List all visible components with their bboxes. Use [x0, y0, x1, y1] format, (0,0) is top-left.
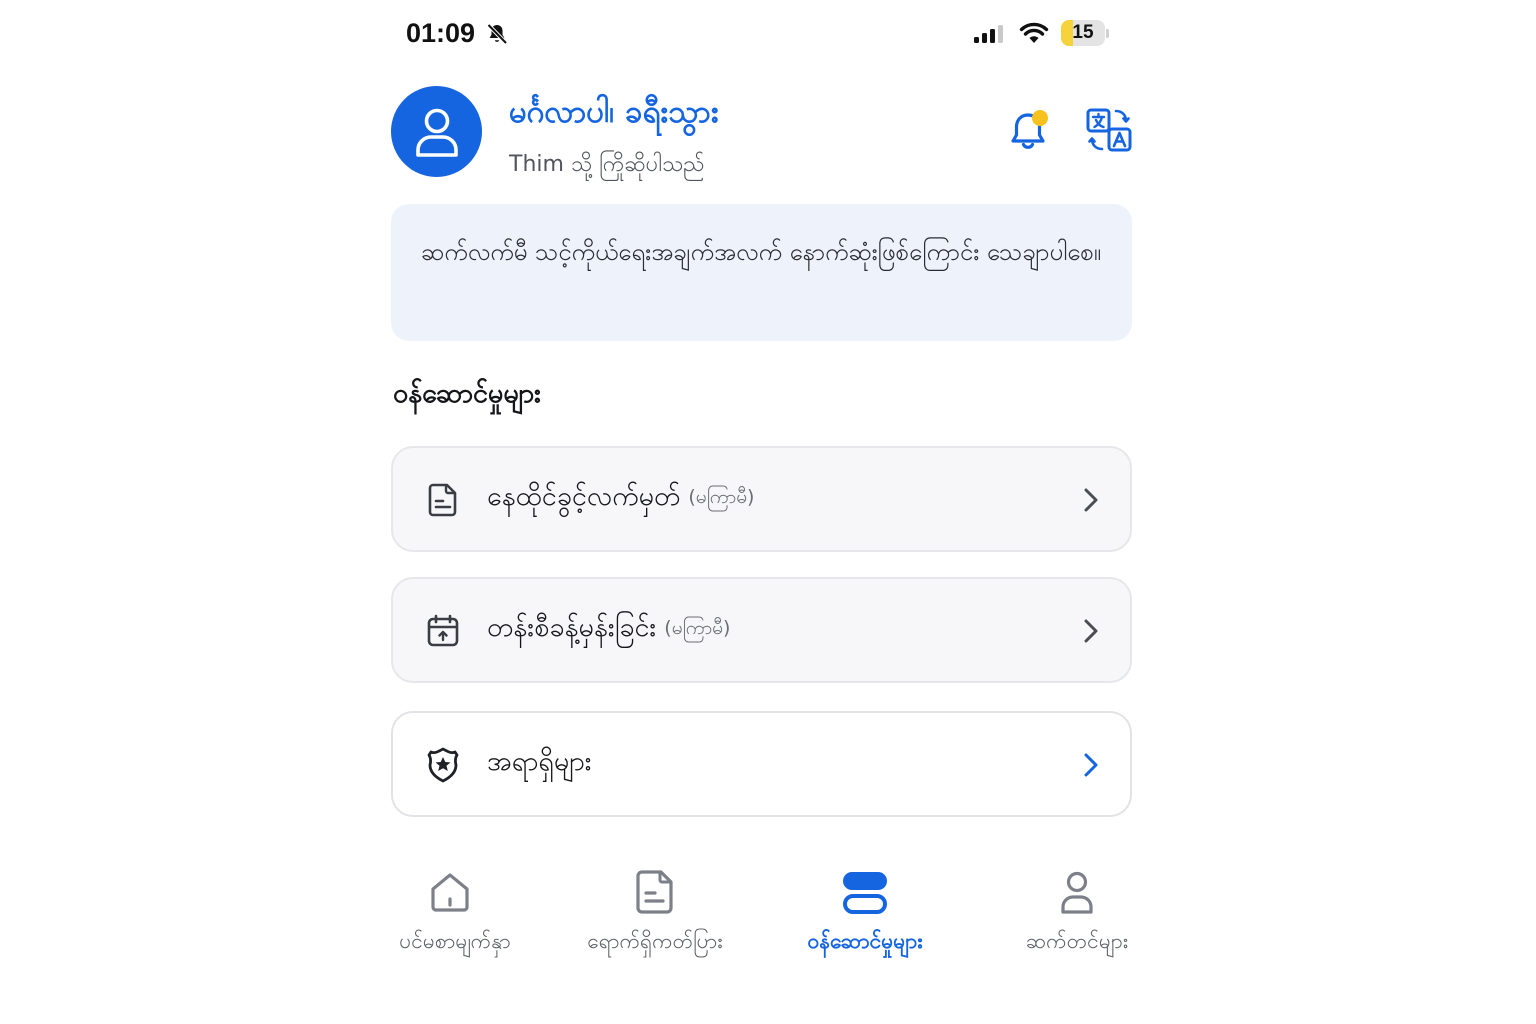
service-card-officers[interactable]: အရာရှိများ: [391, 711, 1132, 817]
calendar-icon: [427, 614, 459, 647]
home-icon: [431, 873, 469, 912]
status-time: 01:09: [406, 18, 476, 48]
section-title: ဝန်ဆောင်မှုများ: [393, 378, 541, 409]
service-label: အရာရှိများ: [487, 713, 592, 815]
police-badge-icon: [427, 747, 459, 783]
greeting-subtitle: Thim သို့ ကြိုဆိုပါသည်: [509, 152, 705, 177]
card-document-icon: [636, 870, 673, 914]
nav-label: ဝန်ဆောင်မှုများ: [807, 929, 923, 953]
app-screen: 01:09 15 မင်္ဂလာပါ၊ ခရီးသွား Thim သို့ က…: [390, 0, 1132, 1024]
nav-arrival-card[interactable]: ရောက်ရှိကတ်ပြား: [570, 860, 740, 970]
cellular-signal-icon: [974, 25, 1003, 43]
chevron-right-icon: [1084, 753, 1098, 777]
service-label: နေထိုင်ခွင့်လက်မှတ် (မကြာမီ): [487, 448, 754, 550]
info-notice: ဆက်လက်မီ သင့်ကိုယ်ရေးအချက်အလက် နောက်ဆုံး…: [391, 204, 1132, 341]
nav-label: ရောက်ရှိကတ်ပြား: [587, 929, 723, 953]
service-card-residence-permit[interactable]: နေထိုင်ခွင့်လက်မှတ် (မကြာမီ): [391, 446, 1132, 552]
nav-services[interactable]: ဝန်ဆောင်မှုများ: [785, 860, 945, 970]
bell-icon: [1011, 110, 1048, 149]
service-card-queue-estimate[interactable]: တန်းစီခန့်မှန်းခြင်း (မကြာမီ): [391, 577, 1132, 683]
status-bar: 01:09 15: [390, 0, 1132, 64]
battery-cap: [1106, 29, 1109, 38]
service-name: တန်းစီခန့်မှန်းခြင်း: [487, 612, 657, 643]
chevron-right-icon: [1084, 619, 1098, 643]
bell-slash-icon: [487, 23, 508, 45]
service-label: တန်းစီခန့်မှန်းခြင်း (မကြာမီ): [487, 579, 730, 681]
coming-soon-tag: (မကြာမီ): [664, 617, 731, 639]
nav-label: ပင်မစာမျက်နှာ: [399, 929, 511, 953]
language-button[interactable]: [1085, 106, 1133, 154]
nav-settings[interactable]: ဆက်တင်များ: [1012, 860, 1142, 970]
notifications-button[interactable]: [1008, 106, 1052, 154]
greeting-title: မင်္ဂလာပါ၊ ခရီးသွား: [509, 94, 719, 130]
translate-icon: [1086, 108, 1132, 152]
notice-text: ဆက်လက်မီ သင့်ကိုယ်ရေးအချက်အလက် နောက်ဆုံး…: [421, 238, 1102, 266]
chevron-right-icon: [1084, 488, 1098, 512]
notification-dot: [1032, 110, 1048, 126]
battery-level: 15: [1072, 22, 1094, 43]
document-icon: [428, 483, 457, 517]
profile-icon: [1061, 871, 1093, 914]
bottom-nav: ပင်မစာမျက်နှာ ရောက်ရှိကတ်ပြား ဝန်ဆောင်မှ…: [390, 860, 1132, 980]
service-name: အရာရှိများ: [487, 746, 592, 777]
avatar[interactable]: [391, 86, 482, 177]
services-icon: [843, 872, 887, 914]
service-name: နေထိုင်ခွင့်လက်မှတ်: [487, 481, 681, 512]
user-icon: [415, 108, 458, 157]
battery-indicator: 15: [1061, 20, 1105, 46]
wifi-icon: [1019, 22, 1049, 43]
coming-soon-tag: (မကြာမီ): [688, 486, 755, 508]
nav-label: ဆက်တင်များ: [1025, 929, 1129, 953]
nav-home[interactable]: ပင်မစာမျက်နှာ: [390, 860, 520, 970]
